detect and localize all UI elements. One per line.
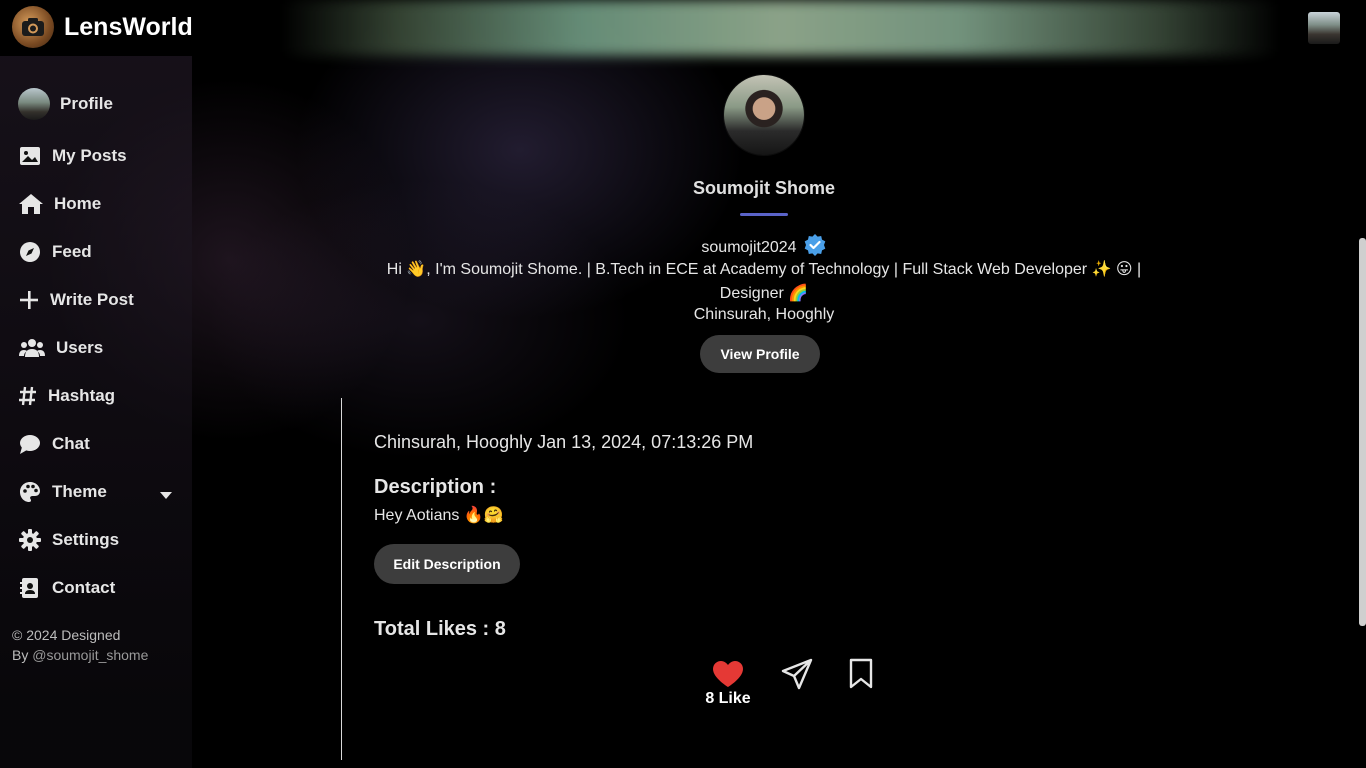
user-avatar[interactable] xyxy=(1308,12,1340,44)
sidebar-item-label: Chat xyxy=(52,434,90,453)
gear-icon xyxy=(18,528,42,552)
camera-logo-icon xyxy=(12,6,54,48)
avatar xyxy=(18,88,50,120)
top-bar: LensWorld xyxy=(0,0,1366,56)
sidebar-item-profile[interactable]: Profile xyxy=(18,87,113,121)
sidebar-item-label: Hashtag xyxy=(48,386,116,405)
scrollbar-thumb[interactable] xyxy=(1359,238,1366,626)
plus-icon xyxy=(18,289,40,311)
credit-prefix: By xyxy=(12,647,29,663)
chat-bubble-icon xyxy=(18,433,42,455)
like-count: 8 Like xyxy=(705,690,751,707)
sidebar-item-label: Feed xyxy=(52,242,92,261)
image-icon xyxy=(18,144,42,168)
name-underline xyxy=(740,213,788,216)
profile-location: Chinsurah, Hooghly xyxy=(693,306,835,323)
username: soumojit2024 xyxy=(701,238,797,256)
copyright-text: © 2024 Designed xyxy=(12,627,121,643)
sidebar-footer: © 2024 Designed By @soumojit_shome xyxy=(12,625,148,665)
cover-banner xyxy=(280,0,1280,56)
background-glow xyxy=(0,0,1366,768)
view-profile-button[interactable]: View Profile xyxy=(700,335,820,373)
total-likes: Total Likes : 8 xyxy=(374,618,506,640)
home-icon xyxy=(18,192,44,216)
compass-icon xyxy=(18,240,42,264)
edit-description-button[interactable]: Edit Description xyxy=(374,544,520,584)
sidebar-item-chat[interactable]: Chat xyxy=(18,427,90,461)
hashtag-icon xyxy=(18,385,38,407)
sidebar-item-write-post[interactable]: Write Post xyxy=(18,283,134,317)
sidebar-item-hashtag[interactable]: Hashtag xyxy=(18,379,115,413)
profile-name: Soumojit Shome xyxy=(692,178,835,198)
sidebar-item-users[interactable]: Users xyxy=(18,331,103,365)
profile-bio: Hi 👋, I'm Soumojit Shome. | B.Tech in EC… xyxy=(386,261,1142,302)
sidebar-item-label: Theme xyxy=(52,482,107,501)
bookmark-icon[interactable] xyxy=(848,658,874,695)
sidebar-item-settings[interactable]: Settings xyxy=(18,523,119,557)
brand-name: LensWorld xyxy=(64,12,193,41)
palette-icon xyxy=(18,480,42,504)
designer-handle[interactable]: @soumojit_shome xyxy=(32,647,148,663)
sidebar-item-home[interactable]: Home xyxy=(18,187,101,221)
sidebar-item-label: Profile xyxy=(60,94,113,113)
share-send-icon[interactable] xyxy=(781,658,813,695)
description-heading: Description : xyxy=(374,476,497,498)
users-icon xyxy=(18,336,46,360)
sidebar-item-label: Settings xyxy=(52,530,120,549)
vertical-divider xyxy=(341,398,342,760)
sidebar-item-label: My Posts xyxy=(52,146,127,165)
sidebar-item-label: Contact xyxy=(52,578,116,597)
profile-avatar[interactable] xyxy=(724,75,804,155)
like-heart-icon[interactable] xyxy=(712,660,744,693)
sidebar-item-theme[interactable]: Theme xyxy=(18,475,107,509)
brand[interactable]: LensWorld xyxy=(12,6,193,48)
post-description: Hey Aotians 🔥🤗 xyxy=(374,507,504,524)
sidebar-item-my-posts[interactable]: My Posts xyxy=(18,139,127,173)
post-location-date: Chinsurah, Hooghly Jan 13, 2024, 07:13:2… xyxy=(374,432,754,452)
sidebar-item-feed[interactable]: Feed xyxy=(18,235,92,269)
sidebar-item-contact[interactable]: Contact xyxy=(18,571,115,605)
sidebar-item-label: Write Post xyxy=(50,290,134,309)
designer-credit: By @soumojit_shome xyxy=(12,645,148,665)
contact-card-icon xyxy=(18,576,42,600)
chevron-down-icon[interactable] xyxy=(160,487,172,505)
sidebar-item-label: Home xyxy=(54,194,102,213)
sidebar-item-label: Users xyxy=(56,338,104,357)
